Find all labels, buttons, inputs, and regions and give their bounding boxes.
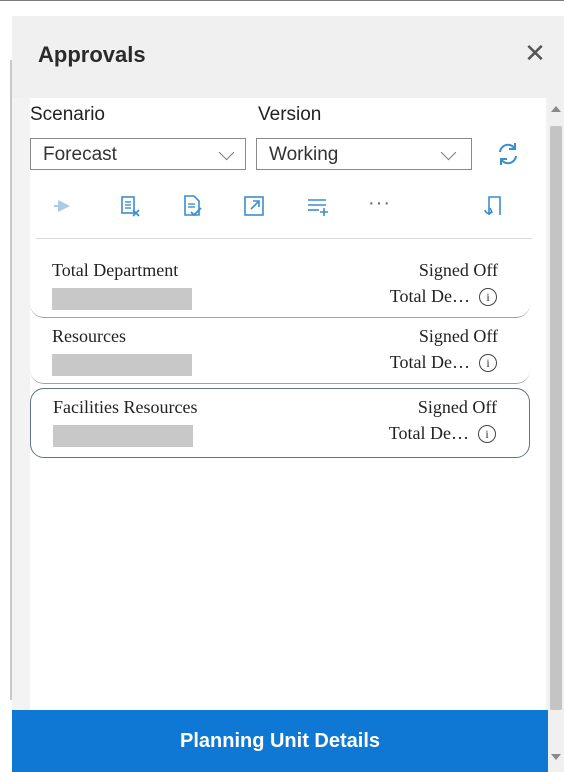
version-value: Working [269,144,339,165]
approve-document-icon[interactable] [180,194,204,218]
pane-title: Approvals [38,42,146,67]
toolbar-divider [36,238,532,239]
scenario-dropdown[interactable]: Forecast [30,138,246,170]
chevron-down-icon [440,144,457,161]
footer-button-label: Planning Unit Details [179,730,381,752]
item-name: Facilities Resources [53,397,198,417]
status-text: Signed Off [417,397,497,417]
info-icon[interactable]: i [479,354,497,372]
parent-text: Total De… [389,352,470,372]
scroll-up-icon[interactable] [551,106,561,112]
close-icon[interactable]: ✕ [520,38,550,68]
more-icon[interactable]: ··· [368,192,391,215]
item-name: Resources [52,326,126,346]
info-icon[interactable]: i [479,288,497,306]
parent-text: Total De… [388,423,469,443]
list-item[interactable]: Resources Signed Off Total De… i [30,314,530,384]
scrollbar-thumb[interactable] [550,126,562,710]
scenario-label: Scenario [30,104,105,125]
open-external-icon[interactable] [242,194,266,218]
info-icon[interactable]: i [478,425,496,443]
chevron-down-icon [218,144,235,161]
version-dropdown[interactable]: Working [256,138,472,170]
list-item[interactable]: Total Department Signed Off Total De… i [30,248,530,318]
refresh-icon[interactable] [494,140,522,168]
item-name: Total Department [52,260,179,280]
scenario-value: Forecast [43,144,117,165]
parent-text: Total De… [389,286,470,306]
pane-left-edge [10,60,12,700]
redacted-field [52,354,192,376]
list-item-selected[interactable]: Facilities Resources Signed Off Total De… [30,388,530,458]
window-top-border [0,0,564,1]
redacted-field [52,288,192,310]
export-icon[interactable] [482,194,506,218]
redacted-field [53,425,193,447]
planning-unit-details-button[interactable]: Planning Unit Details [12,710,548,772]
status-text: Signed Off [418,326,498,346]
scroll-down-icon[interactable] [551,754,561,760]
reject-list-icon[interactable] [118,194,142,218]
version-label: Version [258,104,322,125]
status-text: Signed Off [418,260,498,280]
add-list-icon[interactable] [306,194,330,218]
play-icon[interactable] [52,194,76,218]
